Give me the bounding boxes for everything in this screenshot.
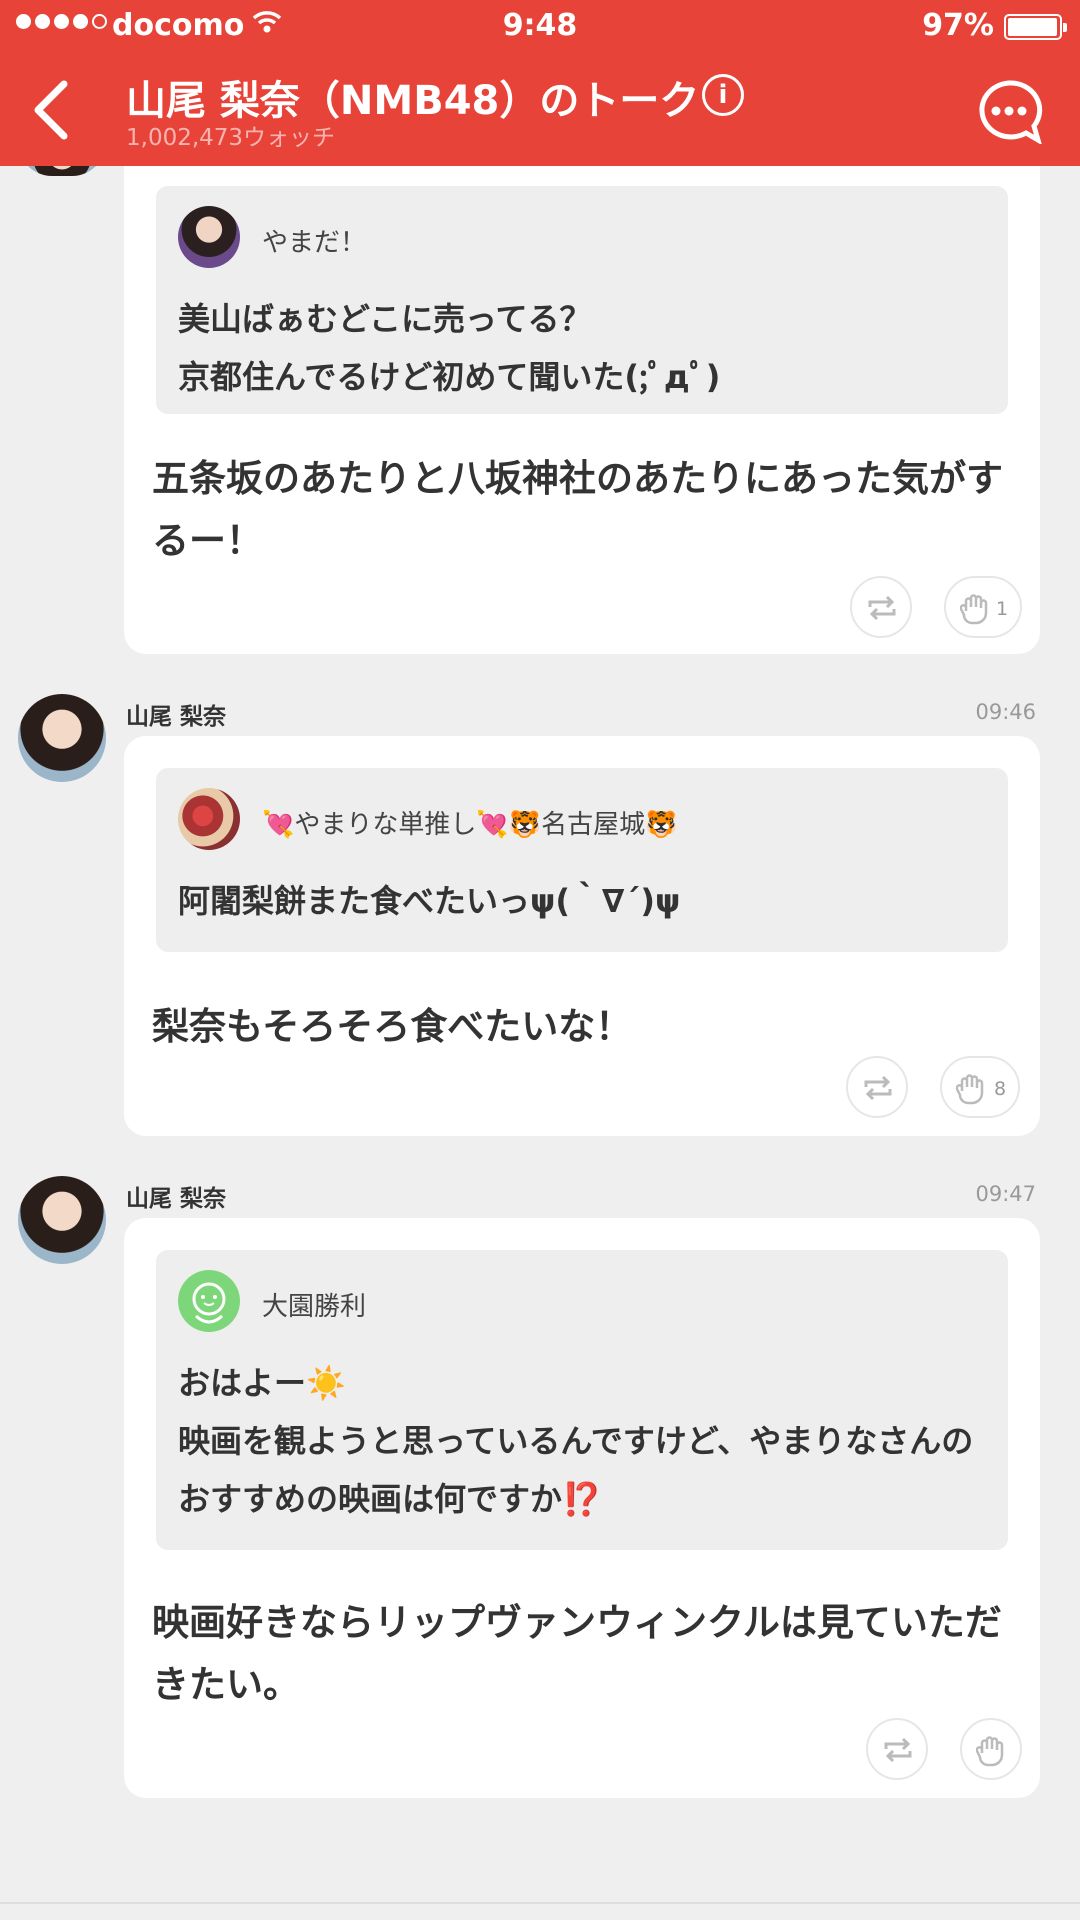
like-count: 8 xyxy=(994,1078,1007,1100)
repost-icon xyxy=(868,595,896,621)
bottom-divider xyxy=(0,1902,1080,1920)
quoted-comment: やまだ！ 美山ばぁむどこに売ってる？ 京都住んでるけど初めて聞いた(;ﾟдﾟ) xyxy=(156,186,1008,414)
avatar[interactable] xyxy=(18,694,106,782)
reply-text: 五条坂のあたりと八坂神社のあたりにあった気がするー！ xyxy=(152,457,1003,562)
message-card: 大園勝利 おはよー☀️ 映画を観ようと思っているんですけど、やまりなさんのおすす… xyxy=(124,1218,1040,1798)
header-bar: docomo 9:48 97% 山尾 梨奈（NMB48）のトーク i 1,002… xyxy=(0,0,1080,166)
glove-icon xyxy=(960,594,988,625)
status-bar: docomo 9:48 97% xyxy=(0,0,1080,54)
back-button[interactable] xyxy=(24,74,84,146)
quoted-comment: 💘やまりな単推し💘🐯名古屋城🐯 阿闍梨餅また食べたいっψ(｀∇´)ψ xyxy=(156,768,1008,952)
like-button[interactable] xyxy=(960,1718,1022,1780)
comment-line-2: 映画を観ようと思っているんですけど、やまりなさんのおすすめの映画は何ですか⁉️ xyxy=(178,1422,974,1518)
battery-icon xyxy=(1004,14,1067,40)
chevron-left-icon xyxy=(34,80,68,140)
repost-button[interactable] xyxy=(846,1056,908,1118)
commenter-avatar xyxy=(178,788,240,850)
commenter-avatar xyxy=(178,206,240,268)
like-button[interactable]: 8 xyxy=(940,1056,1020,1118)
message-card: やまだ！ 美山ばぁむどこに売ってる？ 京都住んでるけど初めて聞いた(;ﾟдﾟ) … xyxy=(124,142,1040,654)
like-button[interactable]: 1 xyxy=(944,576,1022,638)
repost-button[interactable] xyxy=(866,1718,928,1780)
comment-text-block: おはよー☀️ 映画を観ようと思っているんですけど、やまりなさんのおすすめの映画は… xyxy=(178,1354,998,1528)
message-time: 09:46 xyxy=(975,700,1036,724)
reply-text: 映画好きならリップヴァンウィンクルは見ていただきたい。 xyxy=(152,1601,1002,1706)
commenter-name: 💘やまりな単推し💘🐯名古屋城🐯 xyxy=(262,810,678,840)
message-card: 💘やまりな単推し💘🐯名古屋城🐯 阿闍梨餅また食べたいっψ(｀∇´)ψ 梨奈もそろ… xyxy=(124,736,1040,1136)
repost-button[interactable] xyxy=(850,576,912,638)
battery-percent: 97% xyxy=(922,8,994,43)
message-time: 09:47 xyxy=(975,1182,1036,1206)
comment-line-1: おはよー☀️ xyxy=(178,1364,346,1402)
commenter-name: 大園勝利 xyxy=(262,1292,367,1322)
quoted-comment: 大園勝利 おはよー☀️ 映画を観ようと思っているんですけど、やまりなさんのおすす… xyxy=(156,1250,1008,1550)
status-time: 9:48 xyxy=(502,8,578,43)
glove-icon xyxy=(956,1074,984,1105)
chat-bubble-icon xyxy=(979,80,1043,146)
info-icon[interactable]: i xyxy=(702,74,744,116)
sender-name: 山尾 梨奈 xyxy=(126,1186,227,1212)
comment-text: 阿闍梨餅また食べたいっψ(｀∇´)ψ xyxy=(178,882,681,920)
repost-icon xyxy=(864,1075,892,1101)
sender-name: 山尾 梨奈 xyxy=(126,704,227,730)
commenter-name: やまだ！ xyxy=(262,228,367,258)
default-avatar-icon xyxy=(178,1270,240,1332)
avatar[interactable] xyxy=(18,1176,106,1264)
reply-text: 梨奈もそろそろ食べたいな！ xyxy=(152,1005,633,1048)
comment-text: 美山ばぁむどこに売ってる？ 京都住んでるけど初めて聞いた(;ﾟдﾟ) xyxy=(178,300,721,396)
glove-icon xyxy=(976,1736,1004,1767)
chat-button[interactable] xyxy=(974,78,1044,146)
repost-icon xyxy=(884,1737,912,1763)
watch-count: 1,002,473ウォッチ xyxy=(126,125,336,151)
like-count: 1 xyxy=(996,598,1009,620)
